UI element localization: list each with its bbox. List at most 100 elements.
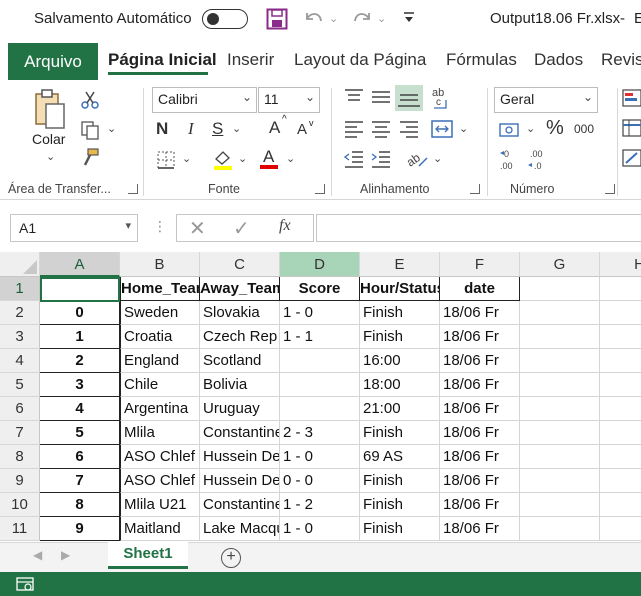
cell-f10[interactable]: 18/06 Fr xyxy=(440,493,520,517)
cell-b9[interactable]: ASO Chlef xyxy=(120,469,200,493)
cell-a5[interactable]: 3 xyxy=(40,373,120,397)
redo-dropdown-icon[interactable]: ⌄ xyxy=(377,12,386,25)
orientation-icon[interactable]: ab c xyxy=(430,86,454,113)
format-table-icon[interactable] xyxy=(622,118,641,141)
merge-dropdown-icon[interactable]: ⌄ xyxy=(459,122,468,135)
number-launcher-icon[interactable] xyxy=(605,184,615,194)
cell-h7[interactable] xyxy=(600,421,641,445)
cell-b11[interactable]: Maitland xyxy=(120,517,200,541)
row-header-1[interactable]: 1 xyxy=(0,277,40,301)
cell-c8[interactable]: Hussein Dey xyxy=(200,445,280,469)
row-header-7[interactable]: 7 xyxy=(0,421,40,445)
fill-color-dropdown-icon[interactable]: ⌄ xyxy=(238,152,247,165)
align-center-icon[interactable] xyxy=(371,120,391,141)
cell-c11[interactable]: Lake Macquarie xyxy=(200,517,280,541)
cell-e11[interactable]: Finish xyxy=(360,517,440,541)
add-sheet-icon[interactable]: + xyxy=(221,548,241,568)
tab-review[interactable]: Revisã xyxy=(601,50,641,70)
cell-d2[interactable]: 1 - 0 xyxy=(280,301,360,325)
cell-b8[interactable]: ASO Chlef xyxy=(120,445,200,469)
cell-d4[interactable] xyxy=(280,349,360,373)
comma-style-button[interactable]: 000 xyxy=(574,118,594,140)
cell-d11[interactable]: 1 - 0 xyxy=(280,517,360,541)
column-header-d[interactable]: D xyxy=(280,252,360,277)
cell-h3[interactable] xyxy=(600,325,641,349)
cell-f9[interactable]: 18/06 Fr xyxy=(440,469,520,493)
cell-d5[interactable] xyxy=(280,373,360,397)
sheet-nav-left-icon[interactable]: ◀ xyxy=(33,548,42,562)
orientation-dropdown-icon[interactable]: ⌄ xyxy=(433,152,442,165)
underline-button[interactable]: S xyxy=(212,118,223,140)
autosave-toggle[interactable] xyxy=(202,9,248,29)
cell-f3[interactable]: 18/06 Fr xyxy=(440,325,520,349)
column-header-g[interactable]: G xyxy=(520,252,600,277)
align-top-icon[interactable] xyxy=(344,88,364,109)
tab-formulas[interactable]: Fórmulas xyxy=(446,50,517,70)
row-header-8[interactable]: 8 xyxy=(0,445,40,469)
row-header-9[interactable]: 9 xyxy=(0,469,40,493)
tab-home[interactable]: Página Inicial xyxy=(108,50,217,70)
cell-d9[interactable]: 0 - 0 xyxy=(280,469,360,493)
name-box[interactable]: A1 ▾ xyxy=(10,214,138,242)
insert-function-icon[interactable]: fx xyxy=(279,217,291,235)
cell-h2[interactable] xyxy=(600,301,641,325)
cell-f1[interactable]: date xyxy=(440,277,520,301)
cell-c9[interactable]: Hussein Dey xyxy=(200,469,280,493)
tab-data[interactable]: Dados xyxy=(534,50,583,70)
italic-button[interactable]: I xyxy=(188,118,194,140)
column-header-f[interactable]: F xyxy=(440,252,520,277)
grow-font-button[interactable]: A xyxy=(269,117,280,139)
worksheet-grid[interactable]: ABCDEFGH 1234567891011 Home_TeamAway_Tea… xyxy=(0,252,641,542)
cell-d10[interactable]: 1 - 2 xyxy=(280,493,360,517)
cell-b6[interactable]: Argentina xyxy=(120,397,200,421)
redo-icon[interactable] xyxy=(351,8,373,33)
paste-label[interactable]: Colar xyxy=(32,131,65,147)
cell-h6[interactable] xyxy=(600,397,641,421)
font-color-icon[interactable]: A xyxy=(258,146,280,173)
cell-a9[interactable]: 7 xyxy=(40,469,120,493)
cell-d7[interactable]: 2 - 3 xyxy=(280,421,360,445)
more-vertical-icon[interactable]: ⋮ xyxy=(153,218,167,235)
align-bottom-icon[interactable] xyxy=(395,85,423,111)
cell-f4[interactable]: 18/06 Fr xyxy=(440,349,520,373)
cell-e8[interactable]: 69 AS xyxy=(360,445,440,469)
number-format-combo[interactable]: Geral ⌄ xyxy=(494,87,598,113)
decrease-indent-icon[interactable] xyxy=(343,150,364,171)
cell-g7[interactable] xyxy=(520,421,600,445)
format-painter-icon[interactable] xyxy=(80,148,100,171)
tab-insert[interactable]: Inserir xyxy=(227,50,274,70)
align-right-icon[interactable] xyxy=(399,120,419,141)
cell-a7[interactable]: 5 xyxy=(40,421,120,445)
cell-h11[interactable] xyxy=(600,517,641,541)
cell-a11[interactable]: 9 xyxy=(40,517,120,541)
cell-g10[interactable] xyxy=(520,493,600,517)
cell-a6[interactable]: 4 xyxy=(40,397,120,421)
row-header-3[interactable]: 3 xyxy=(0,325,40,349)
cell-f7[interactable]: 18/06 Fr xyxy=(440,421,520,445)
increase-decimal-icon[interactable]: 0.00 xyxy=(498,148,522,175)
row-header-2[interactable]: 2 xyxy=(0,301,40,325)
font-size-combo[interactable]: 11 ⌄ xyxy=(258,87,320,113)
undo-icon[interactable] xyxy=(303,8,325,33)
cell-g5[interactable] xyxy=(520,373,600,397)
cell-e5[interactable]: 18:00 xyxy=(360,373,440,397)
cell-e2[interactable]: Finish xyxy=(360,301,440,325)
conditional-format-icon[interactable] xyxy=(622,88,641,111)
cell-c2[interactable]: Slovakia xyxy=(200,301,280,325)
row-header-10[interactable]: 10 xyxy=(0,493,40,517)
cell-a2[interactable]: 0 xyxy=(40,301,120,325)
cell-e10[interactable]: Finish xyxy=(360,493,440,517)
cell-b1[interactable]: Home_Team xyxy=(120,277,200,301)
bold-button[interactable]: N xyxy=(156,118,168,140)
cell-f6[interactable]: 18/06 Fr xyxy=(440,397,520,421)
cell-c3[interactable]: Czech Rep xyxy=(200,325,280,349)
tab-page-layout[interactable]: Layout da Página xyxy=(294,50,426,70)
font-launcher-icon[interactable] xyxy=(315,184,325,194)
cell-h10[interactable] xyxy=(600,493,641,517)
cell-d8[interactable]: 1 - 0 xyxy=(280,445,360,469)
borders-dropdown-icon[interactable]: ⌄ xyxy=(182,152,191,165)
increase-indent-icon[interactable] xyxy=(371,150,391,171)
sheet-tab-sheet1[interactable]: Sheet1 xyxy=(108,542,188,569)
alignment-launcher-icon[interactable] xyxy=(470,184,480,194)
cell-g6[interactable] xyxy=(520,397,600,421)
